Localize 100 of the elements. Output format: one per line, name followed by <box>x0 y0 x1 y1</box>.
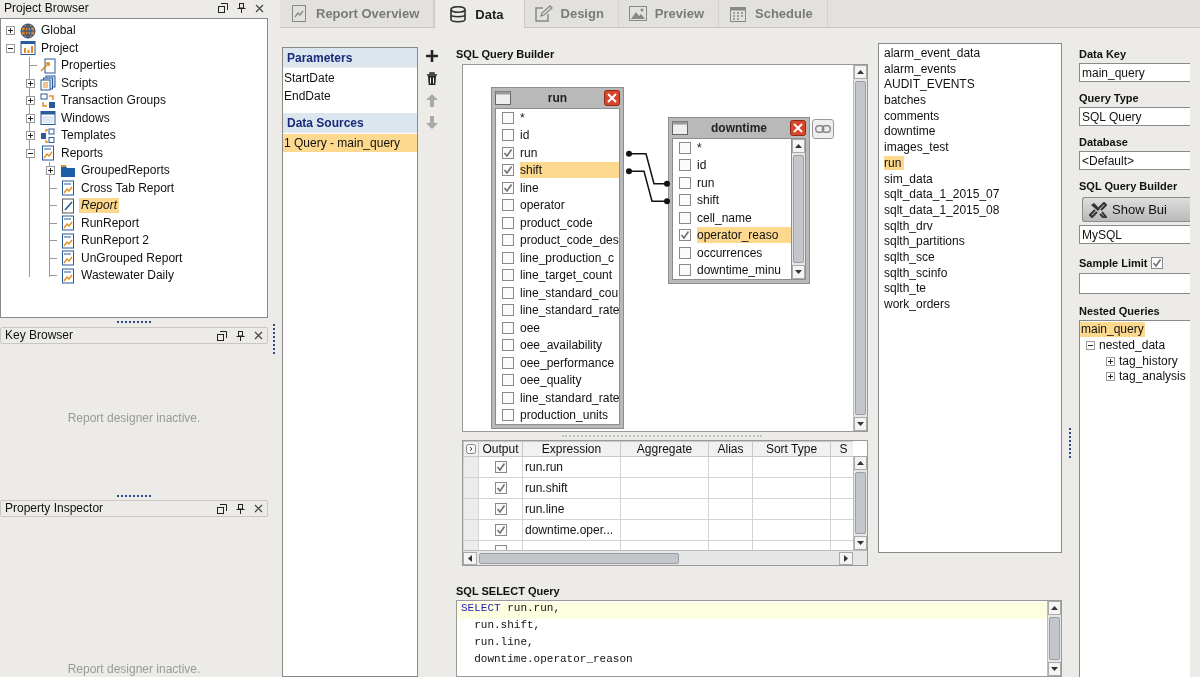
expand-toggle[interactable] <box>45 166 55 176</box>
checkbox[interactable] <box>494 461 507 473</box>
table-list-item[interactable]: alarm_event_data <box>884 46 984 60</box>
checkbox[interactable] <box>502 129 514 142</box>
column-header[interactable]: Sort Type <box>752 441 831 457</box>
list-item[interactable]: EndDate <box>283 87 417 105</box>
field-name[interactable]: run <box>697 174 791 191</box>
tree-item[interactable]: main_query <box>1080 322 1145 338</box>
checkbox[interactable] <box>679 194 691 207</box>
sample-limit-field[interactable] <box>1079 273 1190 294</box>
collapse-toggle[interactable] <box>5 43 15 53</box>
restore-icon[interactable] <box>218 3 228 13</box>
tree-item[interactable]: nested_data <box>1098 338 1167 354</box>
tree-item[interactable]: GroupedReports <box>79 163 172 179</box>
pin-icon[interactable] <box>236 503 245 514</box>
expand-toggle[interactable] <box>25 78 35 88</box>
scrollbar-thumb[interactable] <box>855 81 866 415</box>
list-item[interactable]: 1 Query - main_query <box>283 134 417 152</box>
expand-toggle[interactable] <box>1106 356 1115 366</box>
checkbox[interactable] <box>679 211 691 224</box>
checkbox[interactable] <box>502 269 514 282</box>
scroll-down-button[interactable] <box>854 536 867 550</box>
field-name[interactable]: production_units <box>520 407 619 424</box>
collapse-toggle[interactable] <box>25 148 35 158</box>
checkbox[interactable] <box>502 181 514 194</box>
checkbox[interactable] <box>502 304 514 317</box>
list-item[interactable]: StartDate <box>283 69 417 87</box>
checkbox[interactable] <box>679 176 691 189</box>
checkbox[interactable] <box>502 234 514 247</box>
checkbox[interactable] <box>502 374 514 387</box>
checkbox[interactable] <box>679 229 691 242</box>
table-window[interactable] <box>491 87 624 429</box>
checkbox[interactable] <box>502 286 514 299</box>
tree-item[interactable]: Transaction Groups <box>59 93 168 109</box>
table-list-item[interactable]: AUDIT_EVENTS <box>884 77 978 92</box>
database-field[interactable]: <Default> <box>1079 151 1190 170</box>
field-name[interactable]: * <box>697 139 791 156</box>
field-name[interactable]: id <box>520 127 619 144</box>
checkbox[interactable] <box>502 356 514 369</box>
tree-item[interactable]: Global <box>39 23 78 39</box>
field-name[interactable]: line_production_c <box>520 249 619 266</box>
column-header[interactable]: S <box>830 441 853 457</box>
field-name[interactable]: product_code_des <box>520 232 619 249</box>
tree-item[interactable]: UnGrouped Report <box>79 250 185 266</box>
tree-item[interactable]: tag_analysis <box>1118 369 1187 385</box>
table-list-item[interactable]: comments <box>884 108 943 123</box>
tree-item[interactable]: Templates <box>59 128 118 144</box>
field-name[interactable]: operator_reaso <box>697 227 791 244</box>
tree-item[interactable]: Project <box>39 40 81 56</box>
field-name[interactable]: operator <box>520 197 619 214</box>
table-list-item[interactable]: sqlt_data_1_2015_07 <box>884 187 1003 202</box>
table-list-item[interactable]: work_orders <box>884 297 954 311</box>
field-name[interactable]: line_standard_rate <box>520 302 619 319</box>
field-name[interactable]: occurrences <box>697 244 791 261</box>
add-icon[interactable] <box>426 50 438 63</box>
field-name[interactable]: oee <box>520 319 619 336</box>
table-list-item[interactable]: sqlth_scinfo <box>884 265 951 280</box>
table-list-item[interactable]: sim_data <box>884 171 936 186</box>
checkbox[interactable] <box>679 159 691 172</box>
tree-item[interactable]: Wastewater Daily <box>79 268 176 284</box>
checkbox[interactable] <box>679 264 691 277</box>
scroll-up-button[interactable] <box>1048 601 1061 615</box>
table-list-item[interactable]: sqlt_data_1_2015_08 <box>884 202 1003 217</box>
column-header[interactable]: Output <box>478 441 523 457</box>
table-list-item[interactable]: alarm_events <box>884 61 960 76</box>
field-name[interactable]: oee_quality <box>520 372 619 389</box>
column-header[interactable]: Expression <box>522 441 621 457</box>
tree-item[interactable]: Reports <box>59 145 106 161</box>
column-header[interactable]: Alias <box>708 441 753 457</box>
scroll-up-button[interactable] <box>854 65 867 79</box>
scroll-down-button[interactable] <box>792 265 805 279</box>
tree-item[interactable]: Properties <box>59 58 118 74</box>
close-icon[interactable] <box>604 90 620 106</box>
scroll-left-button[interactable] <box>463 551 477 565</box>
checkbox[interactable] <box>502 391 514 404</box>
field-name[interactable]: downtime_minu <box>697 262 791 279</box>
scroll-right-button[interactable] <box>839 551 853 565</box>
scroll-up-button[interactable] <box>792 139 805 153</box>
column-chooser-icon[interactable] <box>466 444 476 454</box>
collapse-toggle[interactable] <box>1086 341 1095 351</box>
checkbox[interactable] <box>502 146 514 159</box>
scroll-up-button[interactable] <box>854 456 867 470</box>
query-type-field[interactable]: SQL Query <box>1079 107 1190 126</box>
sql-editor[interactable]: SELECT run.run, run.shift, run.line, downtime.operator_reason <box>456 600 1062 677</box>
table-list-item[interactable]: downtime <box>884 124 939 139</box>
expand-toggle[interactable] <box>5 26 15 36</box>
table-list-item[interactable]: batches <box>884 93 930 108</box>
column-header[interactable]: Aggregate <box>620 441 709 457</box>
field-name[interactable]: oee_availability <box>520 337 619 354</box>
link-button[interactable] <box>812 119 834 139</box>
scrollbar-thumb[interactable] <box>793 155 804 263</box>
field-name[interactable]: id <box>697 157 791 174</box>
checkbox[interactable] <box>1151 257 1164 269</box>
checkbox[interactable] <box>502 216 514 229</box>
close-icon[interactable] <box>254 504 263 513</box>
checkbox[interactable] <box>494 482 507 494</box>
close-icon[interactable] <box>254 331 263 340</box>
checkbox[interactable] <box>679 246 691 259</box>
data-key-field[interactable]: main_query <box>1079 63 1190 82</box>
tree-item[interactable]: Scripts <box>59 75 100 91</box>
